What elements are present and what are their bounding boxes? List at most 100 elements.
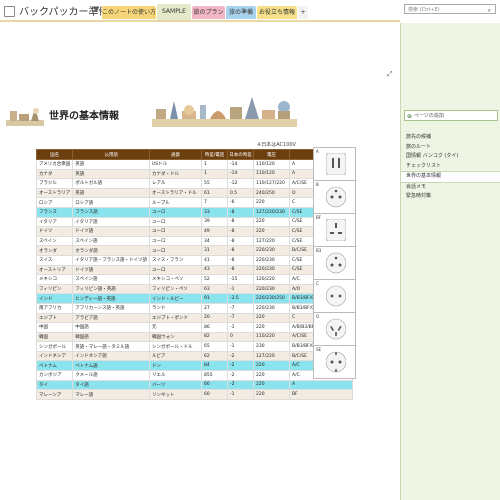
table-row: エジプト アラビア語 エジプト・ポンド 20 -7 220 C — [35, 312, 354, 324]
table-cell: 55 — [201, 178, 229, 189]
table-cell: レアル — [149, 178, 203, 189]
table-cell: リンギット — [149, 389, 203, 400]
page-list-item[interactable]: 旅のルート — [401, 143, 500, 153]
table-row: ロシア ロシア語 ルーブル 7 -6 220 C — [35, 197, 354, 208]
table-cell: 82 — [201, 331, 229, 343]
table-cell: -8 — [227, 264, 255, 276]
table-cell: 220 — [253, 197, 291, 208]
table-row: インド ヒンディー語・英語 インド・ルピー 91 -3.5 220/230/250 B/B3… — [35, 293, 354, 304]
table-cell: スペイン語 — [72, 274, 151, 285]
table-cell: ユーロ — [149, 264, 203, 276]
tab-4[interactable]: お役立ち情報 — [257, 6, 297, 19]
page-list-item[interactable]: チェックリスト — [401, 162, 500, 172]
table-cell: スイス — [35, 254, 74, 266]
table-cell: ユーロ — [149, 235, 203, 247]
table-cell: 91 — [201, 293, 229, 304]
page-list-item[interactable]: 旅先の候補 — [401, 133, 500, 143]
table-cell: -2 — [227, 370, 255, 381]
table-cell: ユーロ — [149, 245, 203, 256]
table-row: メキシコ スペイン語 メキシコ・ペソ 52 -15 120/220 A/C — [35, 274, 354, 285]
table-cell: メキシコ — [35, 274, 74, 285]
table-cell: 66 — [201, 379, 229, 391]
table-cell: 0.5 — [227, 187, 255, 199]
tab-1[interactable]: SAMPLE — [157, 4, 191, 20]
table-cell: 63 — [201, 283, 229, 295]
search-placeholder: 検索 (Ctrl+E) — [408, 7, 440, 13]
add-page-button[interactable]: ⊕ ページの追加 — [404, 110, 498, 121]
table-cell: -1 — [227, 322, 255, 333]
table-cell: -2 — [227, 350, 255, 362]
table-cell: ヒンディー語・英語 — [72, 293, 151, 304]
table-cell: -7 — [227, 302, 255, 314]
column-header: 公用語 — [72, 149, 151, 160]
table-cell: インド・ルピー — [149, 293, 203, 304]
table-row: オーストラリア 英語 オーストラリア・ドル 61 0.5 240/250 O — [35, 187, 354, 199]
column-header: 電圧 — [253, 149, 291, 160]
table-cell: フィリピン — [35, 283, 74, 295]
table-cell: -8 — [227, 235, 255, 247]
table-row: 韓国 韓国語 韓国ウォン 82 0 110/220 A/C/SE — [35, 331, 354, 343]
table-cell: メキシコ・ペソ — [149, 274, 203, 285]
expand-icon[interactable]: ⤢ — [387, 70, 393, 79]
table-cell: ドイツ語 — [72, 264, 151, 276]
chevron-down-icon[interactable]: ▼ — [94, 5, 99, 13]
table-cell: 韓国 — [35, 331, 74, 343]
table-cell: 65 — [201, 341, 229, 352]
table-cell: バーツ — [149, 379, 203, 391]
table-cell: 元 — [149, 322, 203, 333]
table-cell: 20 — [201, 312, 229, 324]
table-row: タイ タイ語 バーツ 66 -2 220 A — [35, 379, 354, 391]
plug-cell-b3: B3 — [313, 246, 356, 280]
table-cell: オランダ — [35, 245, 74, 256]
page-list-item[interactable]: 世界の基本情報 — [401, 171, 500, 183]
table-cell: インドネシア — [35, 350, 74, 362]
table-cell: -2 — [227, 360, 255, 372]
table-cell: 43 — [201, 264, 229, 276]
table-cell: 中国語 — [72, 322, 151, 333]
table-cell: -1 — [227, 283, 255, 295]
table-cell: フィリピン語・英語 — [72, 283, 151, 295]
plug-o-icon — [326, 318, 346, 340]
table-cell: フィリピン・ペソ — [149, 283, 203, 295]
search-input[interactable]: 検索 (Ctrl+E) ⌕ — [404, 4, 496, 14]
table-cell: -1 — [227, 389, 255, 400]
plug-c-icon — [326, 285, 346, 307]
table-cell: アラビア語 — [72, 312, 151, 324]
table-cell: 南アフリカ — [35, 302, 74, 314]
table-cell: エジプト・ポンド — [149, 312, 203, 324]
tab-2[interactable]: 旅のプラン — [192, 6, 225, 19]
plug-cell-a: A — [313, 147, 356, 181]
table-row: スイス イタリア語・フランス語・ドイツ語 スイス・フラン 41 -8 220/230 C/S… — [35, 254, 354, 266]
page-list-item[interactable]: 会話メモ — [401, 183, 500, 193]
tab-0[interactable]: このノートの使い方 — [102, 6, 156, 19]
table-cell: -8 — [227, 254, 255, 266]
table-cell: 31 — [201, 245, 229, 256]
table-cell: 110/220 — [253, 331, 291, 343]
plug-cell-bf: BF — [313, 213, 356, 247]
table-cell: ランド — [149, 302, 203, 314]
tab-5[interactable]: + — [298, 6, 308, 19]
table-cell: 1 — [201, 168, 229, 180]
table-cell: 110/127/220 — [253, 178, 291, 189]
table-cell: 7 — [201, 197, 229, 208]
table-cell: 220 — [253, 216, 291, 228]
table-cell: 英語・マレー語・タミル語 — [72, 341, 151, 352]
table-cell: スペイン語 — [72, 235, 151, 247]
page-list-item[interactable]: 国情報 バンコク (タイ) — [401, 152, 500, 162]
plug-b-icon — [326, 186, 346, 208]
page-list-item[interactable]: 緊急時対策 — [401, 192, 500, 202]
table-cell: -12 — [227, 178, 255, 189]
table-cell: 855 — [201, 370, 229, 381]
table-cell: 220 — [253, 360, 291, 372]
plug-cell-se: SE — [313, 345, 356, 379]
notebook-icon — [4, 6, 15, 17]
plug-label: C — [316, 281, 319, 286]
voltage-note: ※日本はAC100V — [257, 142, 296, 148]
plug-reference-column: A B BF B3 C O SE — [313, 147, 358, 379]
table-cell: 240/250 — [253, 187, 291, 199]
table-cell: カナダ — [35, 168, 74, 180]
plus-icon: ⊕ — [407, 113, 413, 120]
search-icon[interactable]: ⌕ — [488, 6, 491, 16]
plug-b3-icon — [326, 252, 346, 274]
tab-3[interactable]: 旅の準備 — [226, 6, 256, 19]
